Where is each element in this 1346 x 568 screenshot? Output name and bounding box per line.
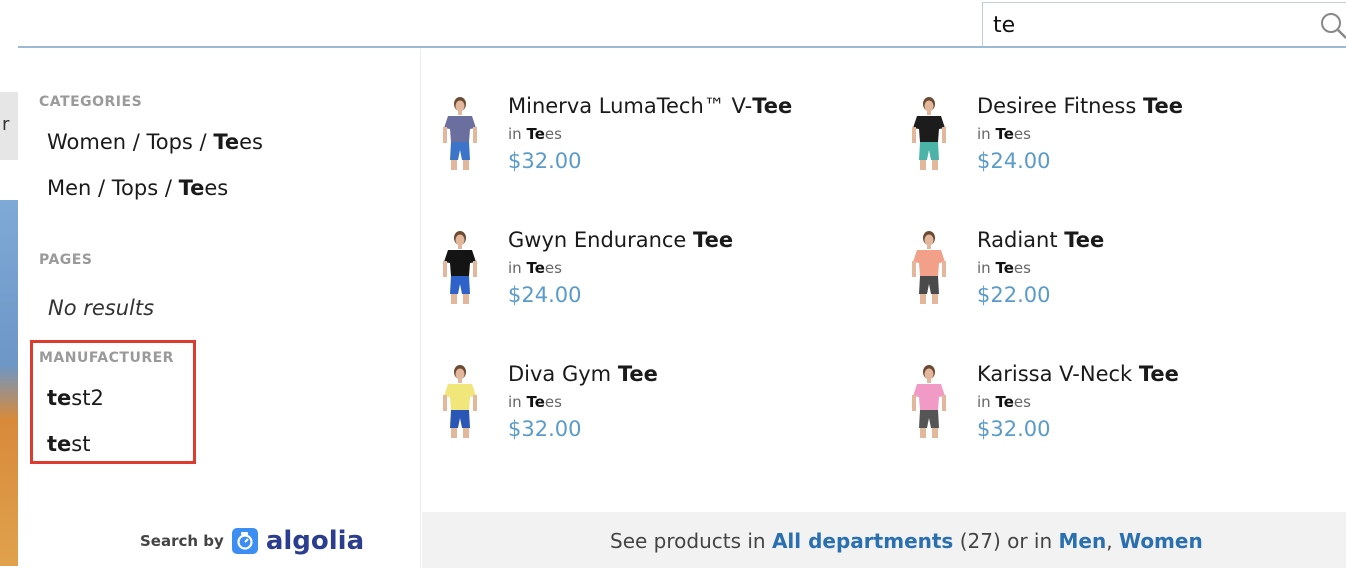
product-price: $32.00 <box>508 417 582 441</box>
category-prefix: in <box>977 393 996 411</box>
product-thumbnail <box>432 228 488 308</box>
suggestion-text: st <box>71 432 91 456</box>
product-price: $32.00 <box>508 149 582 173</box>
nav-fragment-letter: r <box>2 114 10 135</box>
manufacturer-suggestion[interactable]: test <box>47 432 90 456</box>
category-prefix: in <box>977 259 996 277</box>
category-text: es <box>544 393 562 411</box>
product-name-match: Tee <box>617 362 658 386</box>
product-name[interactable]: Karissa V-Neck Tee <box>977 362 1179 386</box>
all-departments-link[interactable]: All departments <box>772 529 953 553</box>
suggestions-column: CATEGORIES Women / Tops / Tees Men / Top… <box>18 48 421 568</box>
product-name-match: Tee <box>693 228 734 252</box>
autocomplete-dropdown: CATEGORIES Women / Tops / Tees Men / Top… <box>18 46 1346 568</box>
product-name[interactable]: Desiree Fitness Tee <box>977 94 1183 118</box>
see-all-footer: See products in All departments (27) or … <box>422 512 1346 568</box>
category-match: Te <box>526 259 545 277</box>
product-thumbnail <box>432 94 488 174</box>
product-price: $24.00 <box>977 149 1051 173</box>
product-name-text: Minerva LumaTech™ V- <box>508 94 753 118</box>
product-category: in Tees <box>977 393 1031 411</box>
category-prefix: in <box>508 259 527 277</box>
product-category: in Tees <box>977 259 1031 277</box>
category-suggestion[interactable]: Women / Tops / Tees <box>47 130 263 154</box>
category-prefix: in <box>508 393 527 411</box>
manufacturer-heading: MANUFACTURER <box>39 350 174 366</box>
suggestion-text: es <box>239 130 263 154</box>
product-name[interactable]: Minerva LumaTech™ V-Tee <box>508 94 792 118</box>
product-name-match: Tee <box>752 94 793 118</box>
footer-text: See products in All departments (27) or … <box>610 529 1203 553</box>
product-name-match: Tee <box>1138 362 1179 386</box>
suggestion-match: te <box>47 432 72 456</box>
product-name[interactable]: Diva Gym Tee <box>508 362 658 386</box>
product-thumbnail <box>901 362 957 442</box>
category-match: Te <box>526 125 545 143</box>
category-text: es <box>1013 259 1031 277</box>
search-box[interactable] <box>982 2 1346 46</box>
category-text: es <box>544 125 562 143</box>
category-text: es <box>1013 125 1031 143</box>
footer-count: (27) or in <box>953 529 1059 553</box>
men-link[interactable]: Men <box>1059 529 1107 553</box>
product-price: $32.00 <box>977 417 1051 441</box>
product-name-match: Tee <box>1142 94 1183 118</box>
suggestion-match: Te <box>178 176 205 200</box>
product-item[interactable]: Gwyn Endurance Tee in Tees $24.00 <box>432 228 852 338</box>
search-input[interactable] <box>993 11 1293 39</box>
category-text: es <box>1013 393 1031 411</box>
suggestion-match: Te <box>213 130 240 154</box>
category-prefix: in <box>977 125 996 143</box>
product-thumbnail <box>432 362 488 442</box>
product-item[interactable]: Minerva LumaTech™ V-Tee in Tees $32.00 <box>432 94 852 204</box>
category-suggestion[interactable]: Men / Tops / Tees <box>47 176 228 200</box>
women-link[interactable]: Women <box>1119 529 1203 553</box>
product-item[interactable]: Karissa V-Neck Tee in Tees $32.00 <box>901 362 1321 472</box>
product-category: in Tees <box>508 259 562 277</box>
category-match: Te <box>995 393 1014 411</box>
footer-separator: , <box>1106 529 1119 553</box>
suggestion-match: te <box>47 386 72 410</box>
category-match: Te <box>995 125 1014 143</box>
powered-by-label: Search by <box>140 532 224 550</box>
page-left-banner-fragment <box>0 200 18 566</box>
category-prefix: in <box>508 125 527 143</box>
product-item[interactable]: Desiree Fitness Tee in Tees $24.00 <box>901 94 1321 204</box>
page-left-nav-fragment: r <box>0 92 18 160</box>
suggestion-text: Men / Tops / <box>47 176 179 200</box>
pages-heading: PAGES <box>39 252 93 268</box>
suggestion-text: es <box>204 176 229 200</box>
pages-no-results: No results <box>48 296 155 320</box>
footer-prefix: See products in <box>610 529 772 553</box>
product-name[interactable]: Radiant Tee <box>977 228 1104 252</box>
powered-by-algolia[interactable]: Search by algolia <box>140 526 364 556</box>
product-name-text: Diva Gym <box>508 362 618 386</box>
algolia-brand: algolia <box>265 526 365 556</box>
product-name[interactable]: Gwyn Endurance Tee <box>508 228 733 252</box>
product-name-text: Karissa V-Neck <box>977 362 1139 386</box>
product-item[interactable]: Diva Gym Tee in Tees $32.00 <box>432 362 852 472</box>
product-category: in Tees <box>508 125 562 143</box>
product-name-match: Tee <box>1064 228 1105 252</box>
category-match: Te <box>526 393 545 411</box>
search-icon[interactable] <box>1319 11 1346 45</box>
product-price: $22.00 <box>977 283 1051 307</box>
category-text: es <box>544 259 562 277</box>
algolia-logo-icon <box>231 528 258 554</box>
product-thumbnail <box>901 228 957 308</box>
product-thumbnail <box>901 94 957 174</box>
product-category: in Tees <box>508 393 562 411</box>
product-name-text: Desiree Fitness <box>977 94 1143 118</box>
category-match: Te <box>995 259 1014 277</box>
product-name-text: Gwyn Endurance <box>508 228 694 252</box>
product-item[interactable]: Radiant Tee in Tees $22.00 <box>901 228 1321 338</box>
product-category: in Tees <box>977 125 1031 143</box>
product-name-text: Radiant <box>977 228 1065 252</box>
categories-heading: CATEGORIES <box>39 94 143 110</box>
product-price: $24.00 <box>508 283 582 307</box>
manufacturer-suggestion[interactable]: test2 <box>47 386 104 410</box>
suggestion-text: Women / Tops / <box>47 130 214 154</box>
suggestion-text: st2 <box>71 386 104 410</box>
